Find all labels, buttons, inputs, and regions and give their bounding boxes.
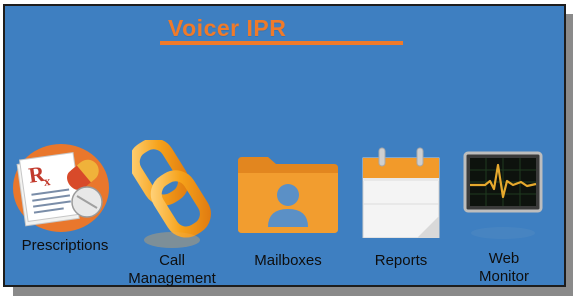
mailboxes-label: Mailboxes (254, 252, 322, 269)
mailboxes-launcher[interactable]: Mailboxes (234, 153, 342, 273)
prescription-pills-icon: R x (13, 144, 109, 232)
web-monitor-label: Web Monitor (478, 250, 530, 285)
prescriptions-label: Prescriptions (21, 237, 109, 254)
main-panel: Voicer IPR R x Prescriptions Call Manage… (3, 4, 566, 287)
user-folder-icon (238, 157, 338, 233)
prescriptions-launcher[interactable]: R x Prescriptions (11, 140, 121, 280)
web-monitor-launcher[interactable]: Web Monitor (461, 151, 547, 285)
title-underline (160, 41, 403, 45)
calendar-icon (362, 147, 440, 238)
call-management-launcher[interactable]: Call Management (120, 140, 224, 287)
chain-link-icon (132, 140, 211, 248)
call-management-label: Call Management (128, 252, 216, 287)
reports-launcher[interactable]: Reports (355, 146, 447, 272)
heartbeat-monitor-icon (463, 151, 543, 239)
reports-label: Reports (374, 252, 428, 269)
app-title: Voicer IPR (168, 15, 287, 41)
